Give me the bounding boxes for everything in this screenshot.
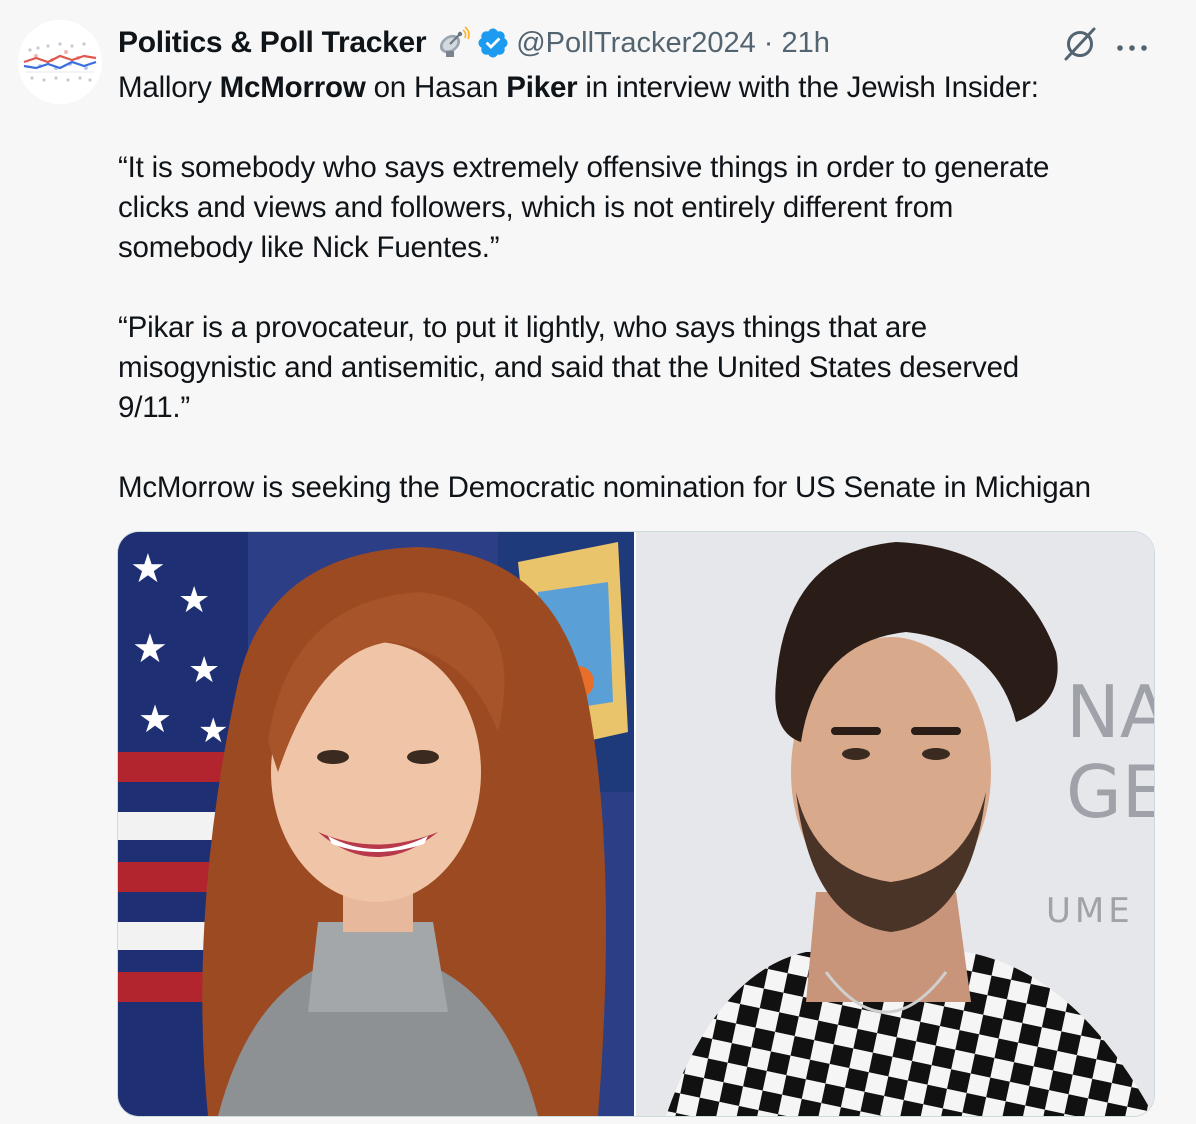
tweet-header: Politics & Poll Tracker @PollTracker2024… xyxy=(118,22,830,64)
intro-line: Mallory McMorrow on Hasan Piker in inter… xyxy=(118,71,1039,104)
more-options-icon[interactable] xyxy=(1112,40,1152,51)
quote-line: somebody like Nick Fuentes.” xyxy=(118,231,500,264)
tweet-text: Mallory McMorrow on Hasan Piker in inter… xyxy=(118,68,1178,508)
svg-text:★: ★ xyxy=(198,711,228,751)
quote-line: 9/11.” xyxy=(118,391,191,424)
backdrop-text: NA xyxy=(1066,670,1154,754)
quote-line: clicks and views and followers, which is… xyxy=(118,191,954,224)
backdrop-text: UME xyxy=(1046,891,1134,931)
man-portrait-photo[interactable]: NA GE UME xyxy=(636,532,1154,1116)
svg-text:★: ★ xyxy=(178,580,210,621)
line-chart-icon xyxy=(18,20,102,104)
mention-mcmorrow: McMorrow xyxy=(219,71,366,104)
account-avatar[interactable] xyxy=(18,20,102,104)
closing-line: McMorrow is seeking the Democratic nomin… xyxy=(118,471,1091,504)
quote-line: “It is somebody who says extremely offen… xyxy=(118,151,1050,184)
satellite-dish-icon xyxy=(436,26,471,60)
svg-text:★: ★ xyxy=(188,650,220,691)
grok-icon[interactable] xyxy=(1062,26,1098,62)
quote-line: “Pikar is a provocateur, to put it light… xyxy=(118,311,927,344)
svg-text:★: ★ xyxy=(130,546,166,592)
timestamp[interactable]: 21h xyxy=(781,27,829,60)
account-handle[interactable]: @PollTracker2024 xyxy=(516,27,756,60)
separator-dot: · xyxy=(763,26,774,59)
svg-text:★: ★ xyxy=(132,626,168,672)
quote-line: misogynistic and antisemitic, and said t… xyxy=(118,351,1019,384)
display-name[interactable]: Politics & Poll Tracker xyxy=(118,26,427,60)
backdrop-text: GE xyxy=(1066,750,1154,834)
woman-portrait-photo[interactable]: ★ ★ ★ ★ ★ ★ xyxy=(118,532,634,1116)
mention-piker: Piker xyxy=(506,71,578,104)
verified-badge-icon xyxy=(476,26,510,60)
tweet-media[interactable]: ★ ★ ★ ★ ★ ★ N G UME xyxy=(117,531,1155,1117)
svg-text:★: ★ xyxy=(138,697,172,741)
